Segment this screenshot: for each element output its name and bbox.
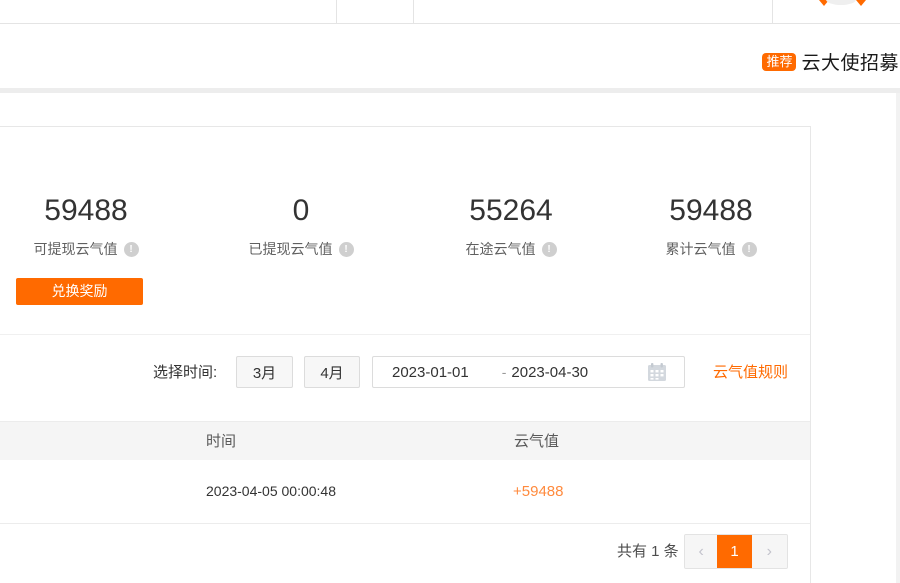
month-button-march[interactable]: 3月 [236,356,293,388]
ambassador-recruit-link[interactable]: 云大使招募 [801,48,899,75]
nav-divider [336,0,337,24]
recommend-badge[interactable]: 推荐 [762,53,796,71]
stat-value: 55264 [411,195,611,227]
redeem-rewards-button[interactable]: 兑换奖励 [16,278,143,305]
points-card: 59488 可提现云气值 ! 0 已提现云气值 ! 55264 在途云气值 ! … [0,126,811,583]
nav-divider [413,0,414,24]
time-filter-label: 选择时间: [153,356,217,389]
points-rules-link[interactable]: 云气值规则 [713,356,788,389]
pagination: 共有 1 条 ‹ 1 › [0,524,810,583]
stat-withdrawn: 0 已提现云气值 ! [201,195,401,259]
nav-divider [772,0,773,24]
next-page-button[interactable]: › [752,535,787,568]
cell-points: +59488 [513,460,563,523]
info-icon[interactable]: ! [339,242,354,257]
prev-page-button[interactable]: ‹ [685,535,717,568]
stat-value: 0 [201,195,401,227]
section-divider [0,88,900,93]
month-button-april[interactable]: 4月 [304,356,360,388]
total-count: 共有 1 条 [617,524,679,580]
points-page: 推荐 云大使招募 59488 可提现云气值 ! 0 已提现云气值 ! 55264… [0,0,900,583]
stat-value: 59488 [0,195,186,227]
calendar-icon[interactable] [646,361,668,383]
page-1-button[interactable]: 1 [717,535,751,568]
scrollbar[interactable] [896,93,900,583]
points-table-header: 时间 云气值 [0,421,810,460]
stat-label: 已提现云气值 ! [201,239,401,259]
time-filter-row: 选择时间: 3月 4月 2023-01-01 - 2023-04-30 [0,356,810,389]
date-range-picker[interactable]: 2023-01-01 - 2023-04-30 [372,356,685,388]
top-nav [0,0,900,24]
cutoff-icon-ellipse [826,0,856,5]
stat-label: 在途云气值 ! [411,239,611,259]
date-end[interactable]: 2023-04-30 [511,364,588,381]
stat-withdrawable: 59488 可提现云气值 ! [0,195,186,259]
stat-label: 可提现云气值 ! [0,239,186,259]
info-icon[interactable]: ! [124,242,139,257]
column-header-time: 时间 [206,422,236,461]
ambassador-promo[interactable]: 推荐 云大使招募 [762,48,899,75]
promo-toolbar: 推荐 云大使招募 [0,25,900,88]
cell-time: 2023-04-05 00:00:48 [206,460,336,523]
stat-label: 累计云气值 ! [611,239,811,259]
table-row: 2023-04-05 00:00:48 +59488 [0,460,810,524]
stat-in-transit: 55264 在途云气值 ! [411,195,611,259]
pager: ‹ 1 › [684,534,788,569]
date-start[interactable]: 2023-01-01 [392,364,469,381]
stat-value: 59488 [611,195,811,227]
info-icon[interactable]: ! [542,242,557,257]
stats-divider [0,334,810,335]
column-header-points: 云气值 [514,422,559,461]
info-icon[interactable]: ! [742,242,757,257]
date-range-separator: - [502,364,507,380]
stat-total: 59488 累计云气值 ! [611,195,811,259]
cutoff-icon-right-tip [856,0,866,6]
